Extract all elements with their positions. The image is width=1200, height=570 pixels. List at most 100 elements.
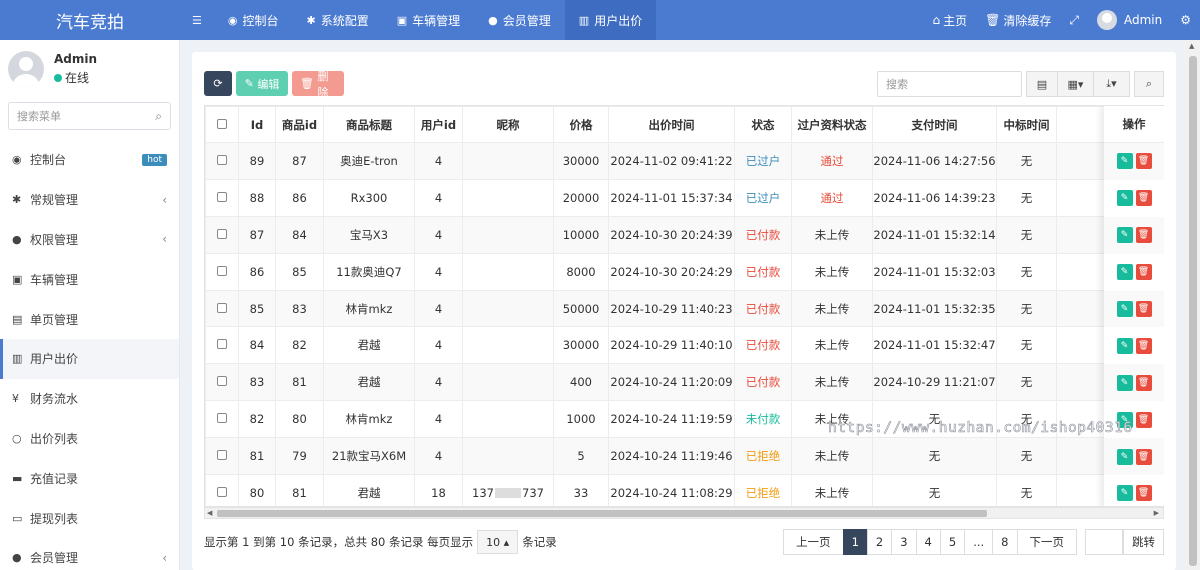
- table-row[interactable]: 88 86 Rx300 4 20000 2024-11-01 15:37:34 已过户 通过 2…: [205, 178, 1164, 217]
- edit-row-button[interactable]: ✎: [1116, 301, 1133, 317]
- checkbox[interactable]: [217, 450, 227, 461]
- scrollbar-thumb[interactable]: [1189, 56, 1197, 566]
- column-header[interactable]: 支付时间: [872, 106, 997, 143]
- page-size-select[interactable]: 10 ▴: [477, 530, 519, 554]
- page-button[interactable]: 8: [992, 529, 1018, 555]
- brand-logo[interactable]: 汽车竞拍: [0, 0, 180, 40]
- column-header[interactable]: 价格: [553, 106, 609, 143]
- sidebar-item[interactable]: ● 权限管理 ‹: [0, 220, 179, 260]
- table-search-input[interactable]: 搜索: [877, 71, 1022, 97]
- row-checkbox-cell[interactable]: [205, 437, 239, 476]
- refresh-button[interactable]: ⟳: [204, 71, 232, 96]
- edit-row-button[interactable]: ✎: [1116, 374, 1133, 391]
- sidebar-item[interactable]: ▤ 单页管理: [0, 299, 179, 339]
- page-button[interactable]: 4: [915, 529, 941, 555]
- checkbox[interactable]: [217, 154, 227, 165]
- columns-dropdown[interactable]: ▦▾: [1058, 71, 1094, 97]
- checkbox[interactable]: [217, 191, 227, 202]
- column-header[interactable]: 商品标题: [323, 106, 415, 143]
- page-button[interactable]: 5: [939, 529, 966, 555]
- column-header[interactable]: 出价时间: [608, 106, 735, 143]
- checkbox[interactable]: [217, 302, 227, 313]
- column-header[interactable]: 过户资料状态: [791, 106, 873, 143]
- column-header[interactable]: 状态: [734, 106, 792, 143]
- row-checkbox-cell[interactable]: [205, 326, 239, 365]
- delete-row-button[interactable]: 🗑: [1135, 411, 1152, 428]
- jump-button[interactable]: 跳转: [1123, 529, 1164, 555]
- vertical-scrollbar[interactable]: ▲: [1186, 40, 1200, 570]
- row-checkbox-cell[interactable]: [205, 252, 239, 291]
- checkbox[interactable]: [217, 486, 227, 497]
- column-header[interactable]: 用户id: [414, 106, 463, 143]
- edit-row-button[interactable]: ✎: [1116, 337, 1133, 354]
- clear-cache-button[interactable]: 🗑 清除缓存: [976, 0, 1060, 40]
- row-checkbox-cell[interactable]: [205, 400, 239, 439]
- sidebar-item[interactable]: ● 会员管理 ‹: [0, 538, 179, 570]
- delete-row-button[interactable]: 🗑: [1135, 227, 1152, 244]
- sidebar-item[interactable]: ▬ 充值记录: [0, 458, 179, 498]
- column-header[interactable]: 中标时间: [996, 106, 1057, 143]
- table-row[interactable]: 81 79 21款宝马X6M 4 5 2024-10-24 11:19:46 已拒绝 未上传无…: [205, 437, 1164, 476]
- sidebar-item[interactable]: ✱ 常规管理 ‹: [0, 180, 179, 220]
- table-row[interactable]: 80 81 君越 18 137 737 33 2024-10-24 11:08:29 已拒绝 未上…: [205, 474, 1164, 506]
- topnav-item[interactable]: ▥ 用户出价: [564, 0, 657, 40]
- advanced-search-button[interactable]: ⌕: [1134, 71, 1164, 97]
- user-menu[interactable]: Admin: [1088, 0, 1171, 40]
- export-dropdown[interactable]: ⤓▾: [1094, 71, 1130, 97]
- checkbox[interactable]: [217, 265, 227, 276]
- topnav-item[interactable]: ▣ 车辆管理: [383, 0, 474, 40]
- topnav-item[interactable]: ● 会员管理: [474, 0, 565, 40]
- menu-search-input[interactable]: 搜索菜单 ⌕: [8, 102, 171, 130]
- sidebar-item[interactable]: ▭ 提现列表: [0, 498, 179, 538]
- table-row[interactable]: 85 83 林肯mkz 4 50000 2024-10-29 11:40:23 已付款 未上传…: [205, 289, 1164, 328]
- delete-row-button[interactable]: 🗑: [1135, 448, 1152, 465]
- prev-page-button[interactable]: 上一页: [783, 529, 844, 555]
- topnav-item[interactable]: ◉ 控制台: [214, 0, 293, 40]
- scroll-right-icon[interactable]: ▶: [1154, 509, 1159, 517]
- delete-row-button[interactable]: 🗑: [1135, 301, 1152, 317]
- sidebar-item[interactable]: ▥ 用户出价: [0, 338, 179, 379]
- toggle-view-button[interactable]: ▤: [1026, 71, 1058, 97]
- checkbox[interactable]: [217, 376, 227, 387]
- edit-row-button[interactable]: ✎: [1116, 448, 1133, 465]
- edit-button[interactable]: ✎ 编辑: [236, 71, 288, 96]
- menu-toggle-button[interactable]: ☰: [180, 0, 214, 40]
- row-checkbox-cell[interactable]: [205, 178, 239, 217]
- edit-row-button[interactable]: ✎: [1116, 485, 1133, 502]
- table-row[interactable]: 83 81 君越 4 400 2024-10-24 11:20:09 已付款 未上传 2024-…: [205, 363, 1164, 402]
- scroll-up-icon[interactable]: ▲: [1189, 42, 1194, 50]
- checkbox[interactable]: [217, 228, 227, 239]
- scrollbar-thumb[interactable]: [217, 510, 987, 517]
- edit-row-button[interactable]: ✎: [1116, 153, 1133, 170]
- page-button[interactable]: 2: [866, 529, 893, 555]
- sidebar-item[interactable]: ¥ 财务流水: [0, 379, 179, 419]
- delete-row-button[interactable]: 🗑: [1135, 153, 1152, 170]
- select-all-checkbox-cell[interactable]: [205, 106, 239, 143]
- edit-row-button[interactable]: ✎: [1116, 264, 1133, 281]
- sidebar-item[interactable]: ○ 出价列表: [0, 419, 179, 459]
- row-checkbox-cell[interactable]: [205, 215, 239, 254]
- column-header[interactable]: 昵称: [462, 106, 554, 143]
- table-row[interactable]: 86 85 11款奥迪Q7 4 8000 2024-10-30 20:24:29 已付款 未上…: [205, 252, 1164, 291]
- page-button[interactable]: ...: [964, 529, 994, 555]
- page-button[interactable]: 1: [842, 529, 868, 555]
- jump-page-input[interactable]: [1085, 529, 1123, 555]
- column-header[interactable]: 商品id: [275, 106, 324, 143]
- checkbox[interactable]: [217, 413, 227, 424]
- table-row[interactable]: 84 82 君越 4 30000 2024-10-29 11:40:10 已付款 未上传 202…: [205, 326, 1164, 365]
- column-header[interactable]: Id: [238, 106, 276, 143]
- row-checkbox-cell[interactable]: [205, 474, 239, 506]
- sidebar-item[interactable]: ◉ 控制台 hot: [0, 140, 179, 180]
- edit-row-button[interactable]: ✎: [1116, 227, 1133, 244]
- edit-row-button[interactable]: ✎: [1116, 411, 1133, 428]
- row-checkbox-cell[interactable]: [205, 142, 239, 180]
- delete-button[interactable]: 🗑 删除: [292, 70, 344, 99]
- delete-row-button[interactable]: 🗑: [1135, 264, 1152, 281]
- settings-button[interactable]: ⚙: [1171, 0, 1200, 40]
- row-checkbox-cell[interactable]: [205, 363, 239, 402]
- row-checkbox-cell[interactable]: [205, 289, 239, 328]
- home-link[interactable]: ⌂ 主页: [923, 0, 976, 40]
- page-button[interactable]: 3: [891, 529, 917, 555]
- edit-row-button[interactable]: ✎: [1116, 190, 1133, 207]
- delete-row-button[interactable]: 🗑: [1135, 485, 1152, 502]
